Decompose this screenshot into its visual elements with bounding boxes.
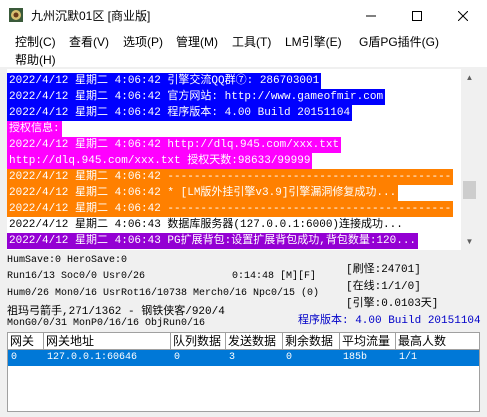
column-header-send-data[interactable]: 发送数据	[226, 333, 283, 350]
scroll-thumb[interactable]	[463, 181, 476, 199]
table-cell: 0	[11, 352, 18, 363]
menu-tools[interactable]: 工具(T)	[232, 33, 271, 50]
title-bar[interactable]: 九州沉默01区 [商业版]	[0, 0, 487, 31]
status-engine: [引擎:0.0103天]	[346, 298, 439, 310]
scroll-up-arrow-icon[interactable]: ▲	[461, 69, 478, 86]
status-run: Run16/13 Soc0/0 Usr0/26	[7, 271, 146, 282]
status-mon: MonG0/0/31 MonP0/16/16 ObjRun0/16	[7, 318, 206, 329]
table-cell: 127.0.0.1:60646	[47, 352, 138, 363]
status-online: [在线:1/1/0]	[346, 281, 421, 293]
status-time: 0:14:48 [M][F]	[232, 271, 317, 282]
version-label: 程序版本: 4.00 Build 20151104	[298, 315, 481, 327]
close-icon	[458, 10, 468, 21]
window-title: 九州沉默01区 [商业版]	[31, 9, 151, 23]
status-hum: Hum0/26 Mon0/16 UsrRot16/10738 Merch0/16…	[7, 288, 320, 299]
column-header-remaining-data[interactable]: 剩余数据	[283, 333, 340, 350]
log-line: 2022/4/12 星期二 4:06:42 引擎交流QQ群⑦: 28670300…	[7, 73, 322, 89]
log-line: 授权信息:	[7, 121, 62, 137]
column-header-queue-data[interactable]: 队列数据	[171, 333, 226, 350]
table-cell: 0	[286, 352, 293, 363]
log-line: 2022/4/12 星期二 4:06:42 * [LM版外挂引擎v3.9]引擎漏…	[7, 185, 399, 201]
log-line: 2022/4/12 星期二 4:06:43 数据库服务器(127.0.0.1:6…	[7, 217, 405, 233]
menu-gdun-pg-plugin[interactable]: G盾PG插件(G)	[359, 33, 439, 50]
column-header-max-users[interactable]: 最高人数	[396, 333, 479, 350]
app-icon	[9, 8, 23, 22]
main-window: 九州沉默01区 [商业版] 控制(C) 查看(V) 选项(P) 管理(M) 工具…	[0, 0, 487, 417]
minimize-button[interactable]	[348, 0, 394, 31]
log-scrollbar[interactable]: ▲ ▼	[461, 69, 478, 250]
log-line: 2022/4/12 星期二 4:06:42 官方网站: http://www.g…	[7, 89, 386, 105]
scroll-down-arrow-icon[interactable]: ▼	[461, 233, 478, 250]
log-line: 2022/4/12 星期二 4:06:42 ------------------…	[7, 201, 454, 217]
minimize-icon	[366, 15, 376, 16]
menu-lm-engine[interactable]: LM引擎(E)	[285, 33, 342, 50]
table-cell: 185b	[343, 352, 368, 363]
table-cell: 3	[229, 352, 236, 363]
gateway-table[interactable]: 网关 网关地址 队列数据 发送数据 剩余数据 平均流量 最高人数 0 127.0…	[7, 332, 480, 412]
log-panel[interactable]: 2022/4/12 星期二 4:06:42 引擎交流QQ群⑦: 28670300…	[7, 69, 462, 250]
menu-view[interactable]: 查看(V)	[69, 33, 109, 50]
column-header-gateway-address[interactable]: 网关地址	[44, 333, 171, 350]
menu-bar: 控制(C) 查看(V) 选项(P) 管理(M) 工具(T) LM引擎(E) G盾…	[0, 31, 487, 67]
status-save: HumSave:0 HeroSave:0	[7, 255, 128, 266]
log-line: 2022/4/12 星期二 4:06:42 http://dlq.945.com…	[7, 137, 342, 153]
status-refresh: [刷怪:24701]	[346, 264, 421, 276]
table-row[interactable]: 0 127.0.0.1:60646 0 3 0 185b 1/1	[8, 350, 479, 366]
status-monster: 祖玛弓箭手,271/1362 - 钢铁侠客/920/4	[7, 306, 225, 318]
menu-control[interactable]: 控制(C)	[15, 33, 56, 50]
maximize-button[interactable]	[394, 0, 440, 31]
table-cell: 1/1	[399, 352, 418, 363]
maximize-icon	[412, 10, 422, 21]
log-line: 2022/4/12 星期二 4:06:43 PG扩展背包:设置扩展背包成功,背包…	[7, 233, 419, 249]
column-header-gateway[interactable]: 网关	[8, 333, 44, 350]
menu-help[interactable]: 帮助(H)	[15, 51, 56, 68]
log-line: 2022/4/12 星期二 4:06:42 ------------------…	[7, 169, 454, 185]
menu-manage[interactable]: 管理(M)	[176, 33, 218, 50]
column-header-average-traffic[interactable]: 平均流量	[340, 333, 396, 350]
table-cell: 0	[174, 352, 181, 363]
close-button[interactable]	[440, 0, 486, 31]
log-line: http://dlq.945.com/xxx.txt 授权天数:98633/99…	[7, 153, 313, 169]
log-line: 2022/4/12 星期二 4:06:42 程序版本: 4.00 Build 2…	[7, 105, 353, 121]
menu-options[interactable]: 选项(P)	[123, 33, 163, 50]
